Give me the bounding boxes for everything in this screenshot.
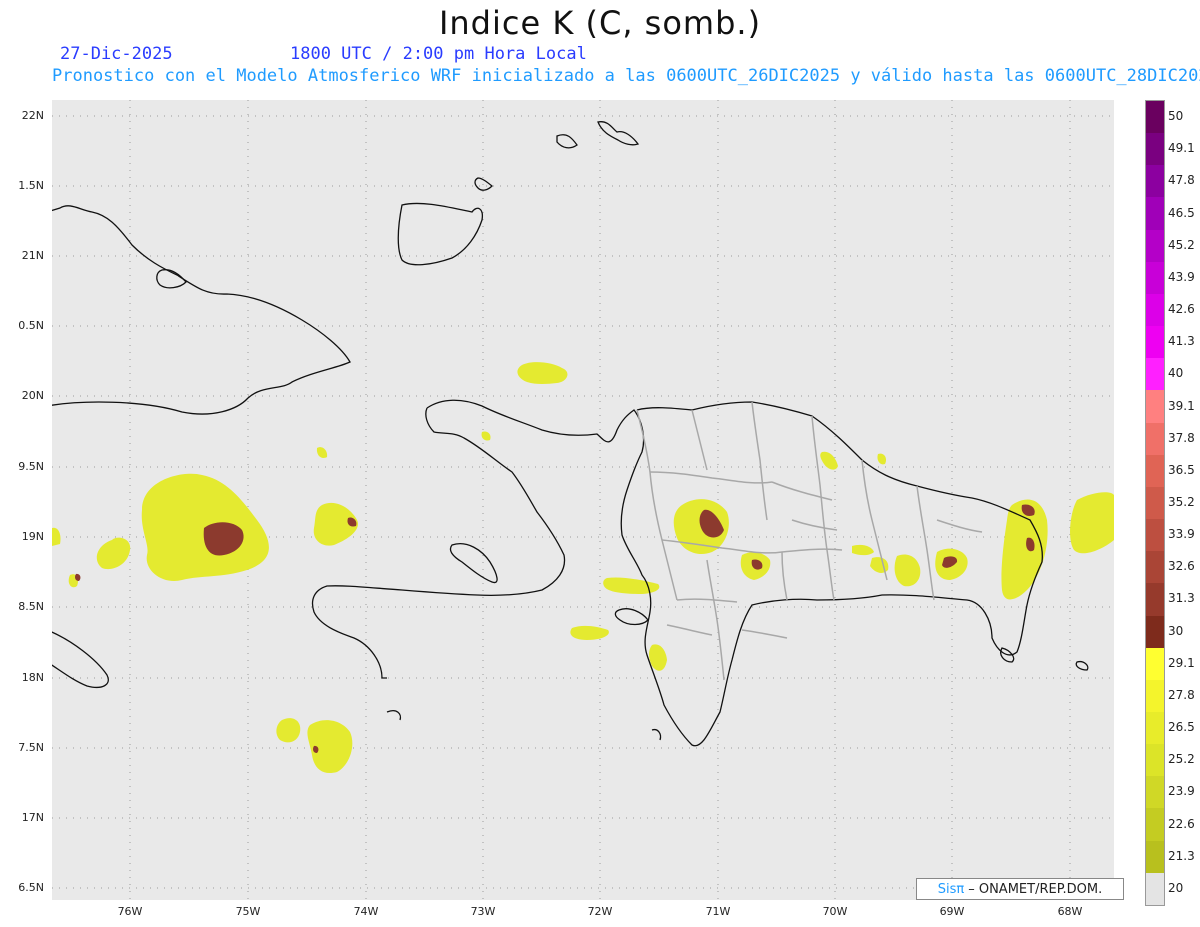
colorbar-label: 23.9 [1168,784,1195,799]
colorbar-segment [1146,583,1164,616]
colorbar-segment [1146,454,1164,487]
colorbar-segment [1146,647,1164,680]
colorbar-segment [1146,101,1164,134]
forecast-time: 1800 UTC / 2:00 pm Hora Local [290,44,587,64]
colorbar-label: 43.9 [1168,269,1195,284]
colorbar-label: 26.5 [1168,720,1195,735]
colorbar-segment [1146,840,1164,873]
lat-label: 22N [21,109,44,122]
colorbar-segment [1146,679,1164,712]
lon-label: 75W [235,905,261,918]
colorbar-label: 21.3 [1168,848,1195,863]
map-panel [52,100,1114,900]
colorbar-segment [1146,261,1164,294]
colorbar-segment [1146,390,1164,423]
lat-label: 20N [21,389,44,402]
colorbar-segment [1146,293,1164,327]
colorbar-segment [1146,486,1164,520]
colorbar-label: 39.1 [1168,398,1195,413]
colorbar-segment [1146,872,1164,905]
lon-label: 73W [470,905,496,918]
colorbar-label: 50 [1168,109,1184,124]
colorbar-label: 29.1 [1168,655,1195,670]
colorbar-label: 33.9 [1168,527,1195,542]
colorbar-label: 22.6 [1168,816,1195,831]
k-index-high-cores [75,504,1035,753]
colorbar-label: 30 [1168,623,1184,638]
colorbar-label: 40 [1168,366,1184,381]
credit-box: Sisπ – ONAMET/REP.DOM. [916,878,1124,900]
lat-label: 6.5N [18,881,44,894]
forecast-date: 27-Dic-2025 [60,44,173,64]
colorbar-segment [1146,358,1164,391]
lon-label: 76W [117,905,143,918]
colorbar-label: 46.5 [1168,205,1195,220]
lat-label: 19N [21,530,44,543]
colorbar-segment [1146,551,1164,584]
lon-label: 72W [587,905,613,918]
lon-label: 74W [353,905,379,918]
lat-label: 17N [21,811,44,824]
k-index-shading [52,362,1114,774]
colorbar-label: 25.2 [1168,752,1195,767]
colorbar-label: 32.6 [1168,559,1195,574]
lon-label: 70W [822,905,848,918]
lon-label: 68W [1057,905,1083,918]
colorbar-segment [1146,326,1164,359]
colorbar-segment [1146,165,1164,198]
lat-label: 18N [21,671,44,684]
colorbar-segment [1146,133,1164,166]
colorbar-segment [1146,744,1164,777]
lat-label: 7.5N [18,741,44,754]
colorbar-segment [1146,711,1164,745]
lat-label: 21N [21,249,44,262]
colorbar-segment [1146,808,1164,841]
colorbar-label: 49.1 [1168,141,1195,156]
forecast-subtitle: Pronostico con el Modelo Atmosferico WRF… [52,66,1200,86]
colorbar-segment [1146,197,1164,230]
lon-label: 71W [705,905,731,918]
colorbar-label: 31.3 [1168,591,1195,606]
colorbar-segment [1146,615,1164,648]
colorbar-label: 41.3 [1168,334,1195,349]
colorbar-label: 37.8 [1168,430,1195,445]
lat-label: 8.5N [18,600,44,613]
lon-label: 69W [939,905,965,918]
colorbar-label: 45.2 [1168,237,1195,252]
colorbar-label: 27.8 [1168,687,1195,702]
lat-label: 0.5N [18,319,44,332]
colorbar-label: 35.2 [1168,495,1195,509]
colorbar-segment [1146,776,1164,809]
credit-sis: Sisπ [937,881,965,897]
coastlines [52,121,1089,747]
colorbar [1145,100,1165,906]
map-canvas [52,100,1114,900]
colorbar-label: 36.5 [1168,462,1195,477]
colorbar-label: 20 [1168,880,1184,895]
lat-label: 1.5N [18,179,44,192]
colorbar-segment [1146,422,1164,455]
colorbar-segment [1146,229,1164,262]
colorbar-segment [1146,519,1164,552]
map-title: Indice K (C, somb.) [438,4,762,42]
lat-label: 9.5N [18,460,44,473]
colorbar-label: 42.6 [1168,302,1195,317]
colorbar-label: 47.8 [1168,173,1195,188]
credit-text: – ONAMET/REP.DOM. [968,881,1103,897]
